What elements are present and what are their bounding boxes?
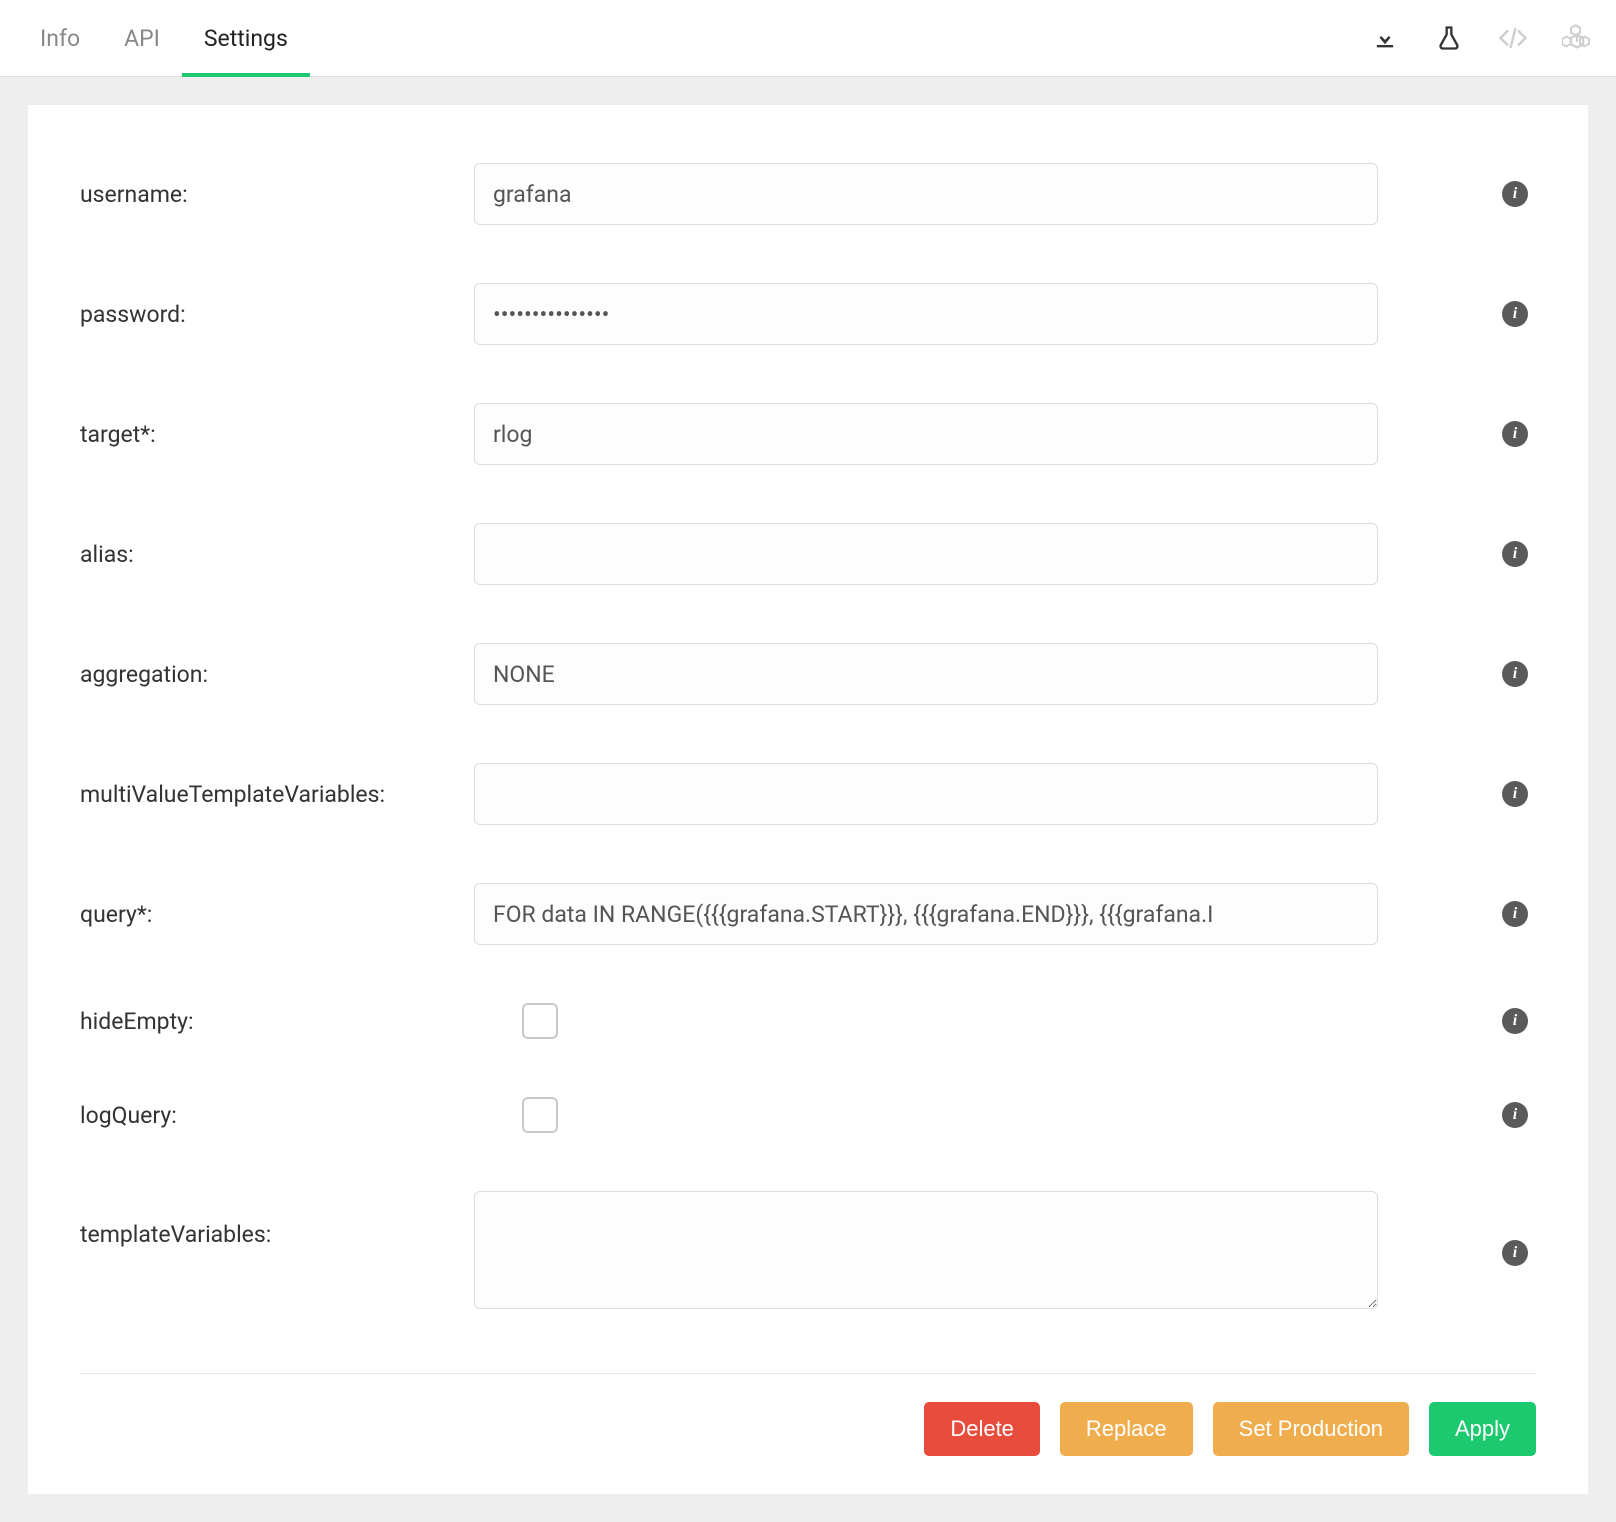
row-hideempty: hideEmpty: i: [80, 1003, 1536, 1039]
info-icon[interactable]: i: [1502, 661, 1528, 687]
info-icon[interactable]: i: [1502, 421, 1528, 447]
row-aggregation: aggregation: i: [80, 643, 1536, 705]
row-username: username: i: [80, 163, 1536, 225]
checkbox-logquery[interactable]: [522, 1097, 558, 1133]
label-logquery: logQuery:: [80, 1102, 474, 1129]
info-icon[interactable]: i: [1502, 781, 1528, 807]
row-multi: multiValueTemplateVariables: i: [80, 763, 1536, 825]
topbar: Info API Settings: [0, 0, 1616, 77]
input-query[interactable]: [474, 883, 1378, 945]
header-icons: [1370, 23, 1592, 53]
row-alias: alias: i: [80, 523, 1536, 585]
info-icon[interactable]: i: [1502, 181, 1528, 207]
label-alias: alias:: [80, 541, 474, 568]
footer-actions: Delete Replace Set Production Apply: [80, 1373, 1536, 1456]
row-logquery: logQuery: i: [80, 1097, 1536, 1133]
label-aggregation: aggregation:: [80, 661, 474, 688]
row-query: query*: i: [80, 883, 1536, 945]
info-icon[interactable]: i: [1502, 541, 1528, 567]
label-templatevars: templateVariables:: [80, 1191, 474, 1248]
input-multi[interactable]: [474, 763, 1378, 825]
code-icon[interactable]: [1498, 23, 1528, 53]
info-icon[interactable]: i: [1502, 1008, 1528, 1034]
label-username: username:: [80, 181, 474, 208]
tab-info[interactable]: Info: [18, 0, 102, 77]
input-password[interactable]: [474, 283, 1378, 345]
row-password: password: i: [80, 283, 1536, 345]
label-multi: multiValueTemplateVariables:: [80, 781, 474, 808]
tab-api[interactable]: API: [102, 0, 182, 77]
cubes-icon[interactable]: [1562, 23, 1592, 53]
flask-icon[interactable]: [1434, 23, 1464, 53]
checkbox-hideempty[interactable]: [522, 1003, 558, 1039]
input-alias[interactable]: [474, 523, 1378, 585]
tab-settings[interactable]: Settings: [182, 0, 310, 77]
delete-button[interactable]: Delete: [924, 1402, 1040, 1456]
label-query: query*:: [80, 901, 474, 928]
info-icon[interactable]: i: [1502, 901, 1528, 927]
input-username[interactable]: [474, 163, 1378, 225]
label-target: target*:: [80, 421, 474, 448]
settings-panel: username: i password: i target*: i alias…: [28, 105, 1588, 1494]
apply-button[interactable]: Apply: [1429, 1402, 1536, 1456]
textarea-templatevars[interactable]: [474, 1191, 1378, 1309]
tabs: Info API Settings: [18, 0, 310, 77]
row-target: target*: i: [80, 403, 1536, 465]
input-target[interactable]: [474, 403, 1378, 465]
label-hideempty: hideEmpty:: [80, 1008, 474, 1035]
info-icon[interactable]: i: [1502, 301, 1528, 327]
input-aggregation[interactable]: [474, 643, 1378, 705]
set-production-button[interactable]: Set Production: [1213, 1402, 1409, 1456]
row-templatevars: templateVariables: i: [80, 1191, 1536, 1315]
replace-button[interactable]: Replace: [1060, 1402, 1193, 1456]
info-icon[interactable]: i: [1502, 1102, 1528, 1128]
info-icon[interactable]: i: [1502, 1240, 1528, 1266]
label-password: password:: [80, 301, 474, 328]
download-icon[interactable]: [1370, 23, 1400, 53]
content-wrap: username: i password: i target*: i alias…: [0, 77, 1616, 1522]
